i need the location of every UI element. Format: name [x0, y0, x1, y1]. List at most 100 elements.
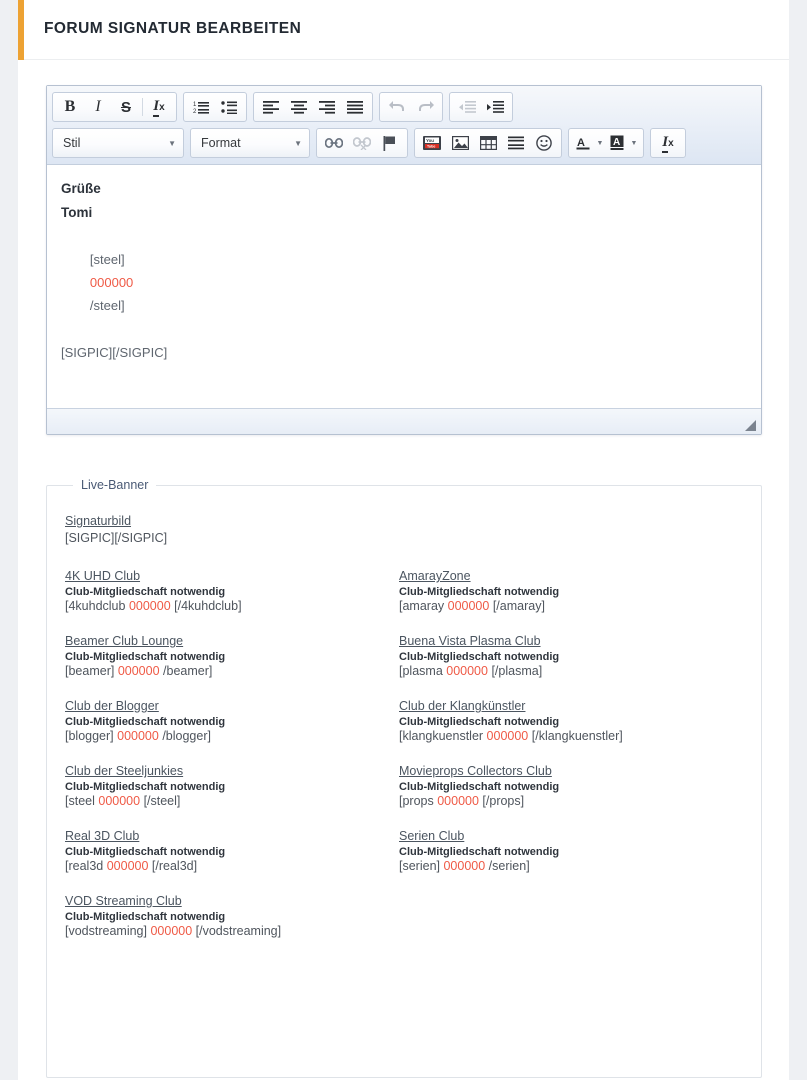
club-bbcode-open: [serien] — [399, 859, 440, 873]
club-link[interactable]: Movieprops Collectors Club — [399, 764, 552, 778]
club-membership-note: Club-Mitgliedschaft notwendig — [399, 846, 560, 858]
club-banner-entry: Beamer Club Lounge Club-Mitgliedschaft no… — [65, 632, 399, 678]
remove-format-group: Ix — [650, 128, 686, 158]
club-membership-note: Club-Mitgliedschaft notwendig — [65, 586, 226, 598]
undo-icon[interactable] — [383, 95, 411, 119]
club-bbcode-close: [/klangkuenstler] — [531, 729, 623, 743]
club-link[interactable]: AmarayZone — [399, 569, 471, 583]
club-bbcode-open: [beamer] — [65, 664, 115, 678]
numbered-list-icon[interactable]: 1 2 — [187, 95, 215, 119]
alignment-group — [253, 92, 373, 122]
align-right-icon[interactable] — [313, 95, 341, 119]
club-bbcode: [props 000000 [/props] — [399, 794, 733, 808]
list-group: 1 2 — [183, 92, 247, 122]
club-membership-note: Club-Mitgliedschaft notwendig — [399, 716, 560, 728]
club-bbcode-open: [4kuhdclub — [65, 599, 126, 613]
image-icon[interactable] — [446, 131, 474, 155]
insert-group: You Tube — [414, 128, 562, 158]
svg-text:You: You — [426, 138, 434, 143]
text-color-icon[interactable]: A — [572, 131, 594, 155]
svg-text:2: 2 — [193, 109, 197, 114]
table-icon[interactable] — [474, 131, 502, 155]
signaturbild-link[interactable]: Signaturbild — [65, 514, 131, 528]
club-link[interactable]: 4K UHD Club — [65, 569, 140, 583]
club-bbcode: [serien] 000000 /serien] — [399, 859, 733, 873]
club-banner-entry: Real 3D Club Club-Mitgliedschaft notwendi… — [65, 827, 399, 873]
live-banner-fieldset: Live-Banner Signaturbild [SIGPIC][/SIGPI… — [46, 478, 762, 1078]
signature-line-2: Tomi — [61, 205, 93, 221]
club-link[interactable]: Beamer Club Lounge — [65, 634, 183, 648]
resize-handle[interactable] — [745, 420, 756, 431]
club-link[interactable]: Club der Steeljunkies — [65, 764, 183, 778]
club-link[interactable]: VOD Streaming Club — [65, 894, 182, 908]
editor-toolbar: B I S Ix 1 2 Stil ▼ Format ▼ You Tube A … — [47, 86, 761, 165]
youtube-icon[interactable]: You Tube — [418, 131, 446, 155]
text-style-group: B I S Ix — [52, 92, 177, 122]
club-membership-note: Club-Mitgliedschaft notwendig — [399, 651, 560, 663]
club-bbcode-color: 000000 — [146, 924, 196, 938]
format-select-label: Format — [201, 136, 241, 150]
toolbar-row-1: B I S Ix 1 2 — [52, 92, 756, 122]
bulleted-list-icon[interactable] — [215, 95, 243, 119]
club-membership-note: Club-Mitgliedschaft notwendig — [65, 716, 226, 728]
club-bbcode-color: 000000 — [103, 859, 152, 873]
format-select[interactable]: Format ▼ — [190, 128, 310, 158]
club-link[interactable]: Real 3D Club — [65, 829, 139, 843]
align-center-icon[interactable] — [285, 95, 313, 119]
club-banner-entry: Club der Klangkünstler Club-Mitgliedschaf… — [399, 697, 733, 743]
undo-redo-group — [379, 92, 443, 122]
club-link[interactable]: Club der Blogger — [65, 699, 159, 713]
outdent-icon[interactable] — [453, 95, 481, 119]
club-bbcode-close: [/props] — [482, 794, 525, 808]
club-bbcode-color: 000000 — [440, 859, 489, 873]
club-bbcode: [klangkuenstler 000000 [/klangkuenstler] — [399, 729, 733, 743]
strikethrough-icon[interactable]: S — [112, 95, 140, 119]
card-header: FORUM SIGNATUR BEARBEITEN — [18, 0, 789, 60]
link-icon[interactable] — [320, 131, 348, 155]
club-membership-note: Club-Mitgliedschaft notwendig — [65, 651, 226, 663]
club-banner-grid: 4K UHD Club Club-Mitgliedschaft notwendig… — [65, 567, 743, 938]
club-bbcode-open: [plasma — [399, 664, 443, 678]
club-bbcode-open: [blogger] — [65, 729, 114, 743]
signature-line-3: [steel] 000000 /steel] — [61, 225, 747, 341]
club-membership-note: Club-Mitgliedschaft notwendig — [65, 846, 226, 858]
horizontal-rule-icon[interactable] — [502, 131, 530, 155]
club-bbcode: [4kuhdclub 000000 [/4kuhdclub] — [65, 599, 399, 613]
style-select[interactable]: Stil ▼ — [52, 128, 184, 158]
indent-icon[interactable] — [481, 95, 509, 119]
club-bbcode: [vodstreaming] 000000 [/vodstreaming] — [65, 924, 399, 938]
anchor-flag-icon[interactable] — [376, 131, 404, 155]
redo-icon[interactable] — [411, 95, 439, 119]
club-banner-entry: VOD Streaming Club Club-Mitgliedschaft no… — [65, 892, 399, 938]
club-banner-entry: Club der Blogger Club-Mitgliedschaft notw… — [65, 697, 399, 743]
color-group: A ▼ A ▼ — [568, 128, 644, 158]
club-banner-entry: Buena Vista Plasma Club Club-Mitgliedscha… — [399, 632, 733, 678]
background-color-dropdown-icon[interactable]: ▼ — [628, 131, 640, 155]
background-color-icon[interactable]: A — [606, 131, 628, 155]
club-link[interactable]: Serien Club — [399, 829, 464, 843]
remove-format-icon[interactable]: Ix — [145, 95, 173, 119]
club-bbcode-open: [real3d — [65, 859, 104, 873]
club-bbcode-close: /blogger] — [162, 729, 211, 743]
club-bbcode-close: [/amaray] — [492, 599, 545, 613]
club-bbcode-open: [amaray — [399, 599, 445, 613]
remove-format-2-icon[interactable]: Ix — [654, 131, 682, 155]
page-title: FORUM SIGNATUR BEARBEITEN — [44, 20, 302, 37]
italic-icon[interactable]: I — [84, 95, 112, 119]
text-color-dropdown-icon[interactable]: ▼ — [594, 131, 606, 155]
bold-icon[interactable]: B — [56, 95, 84, 119]
club-bbcode-close: /beamer] — [163, 664, 213, 678]
rich-text-editor: B I S Ix 1 2 Stil ▼ Format ▼ You Tube A … — [46, 85, 762, 435]
unlink-icon[interactable] — [348, 131, 376, 155]
indent-group — [449, 92, 513, 122]
toolbar-row-2: Stil ▼ Format ▼ You Tube A ▼ A ▼ I x — [52, 128, 756, 158]
align-left-icon[interactable] — [257, 95, 285, 119]
smiley-icon[interactable] — [530, 131, 558, 155]
align-justify-icon[interactable] — [341, 95, 369, 119]
club-link[interactable]: Club der Klangkünstler — [399, 699, 525, 713]
editor-content-area[interactable]: Grüße Tomi [steel] 000000 /steel] [SIGPI… — [47, 165, 761, 408]
club-banner-entry: Movieprops Collectors Club Club-Mitglieds… — [399, 762, 733, 808]
club-link[interactable]: Buena Vista Plasma Club — [399, 634, 541, 648]
club-bbcode-open: [steel — [65, 794, 95, 808]
club-bbcode-color: 000000 — [113, 729, 163, 743]
